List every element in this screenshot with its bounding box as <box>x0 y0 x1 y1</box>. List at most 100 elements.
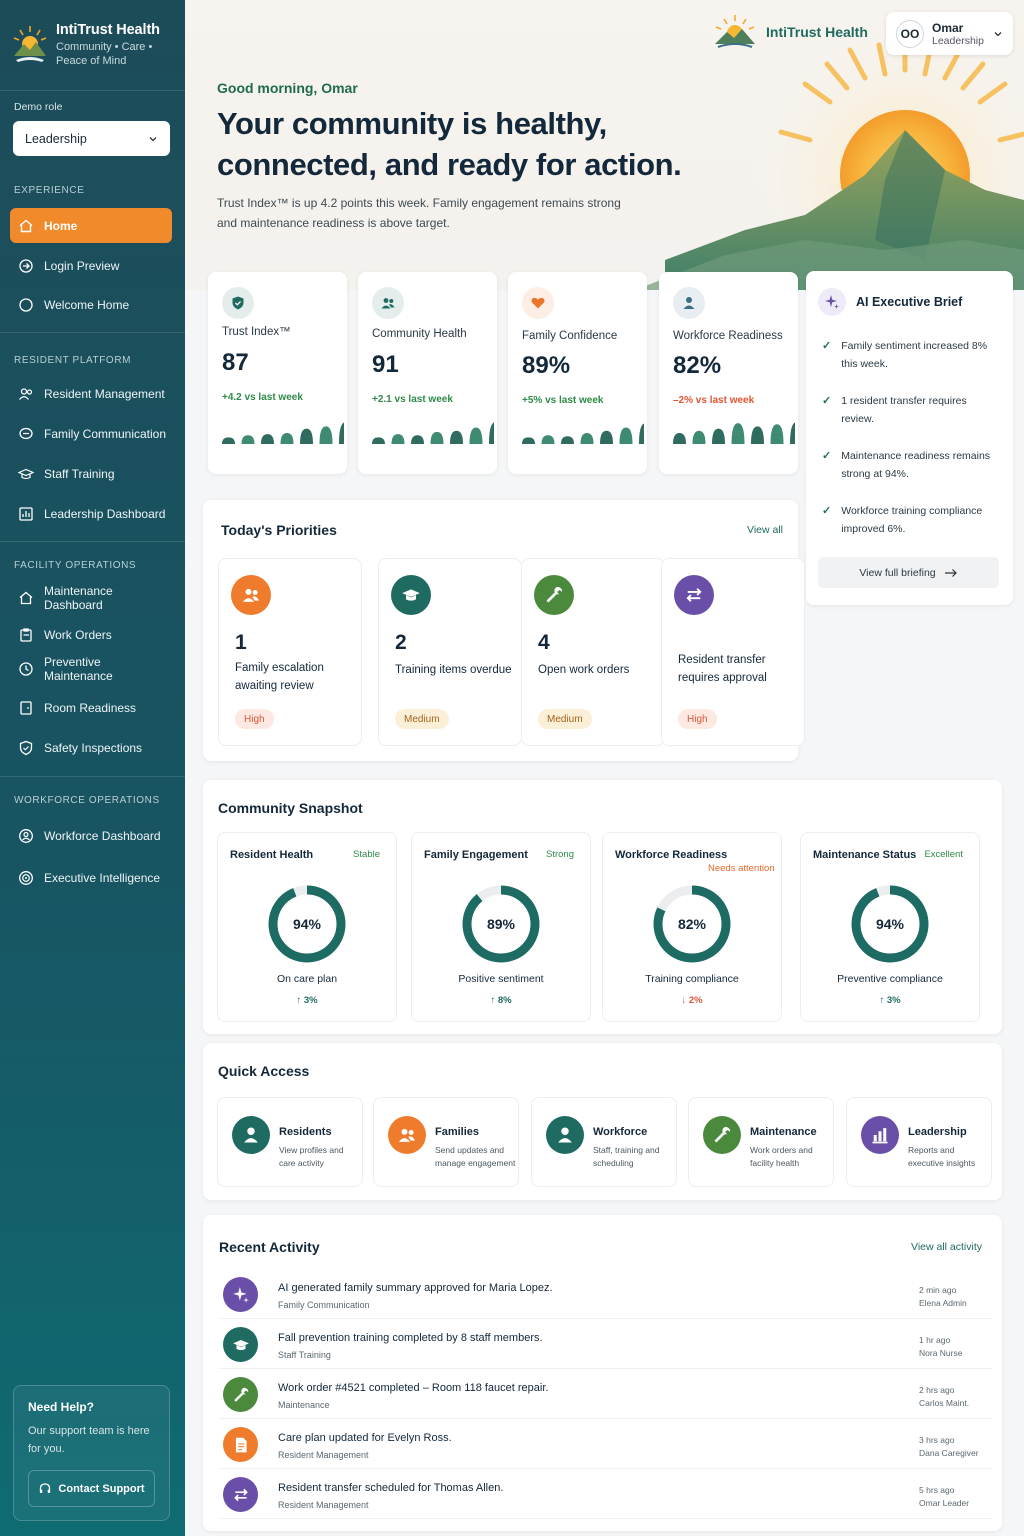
dashboard-icon <box>19 506 33 521</box>
nav-item-label: Maintenance Dashboard <box>44 583 113 612</box>
transfer-icon <box>686 588 702 602</box>
quick-access-leadership[interactable]: Leadership Reports and executive insight… <box>846 1097 992 1187</box>
priority-card[interactable]: 1 Family escalation awaiting review High <box>218 558 362 746</box>
top-brand[interactable]: IntiTrust Health <box>712 14 868 50</box>
nav-item-preventive-maintenance[interactable]: Preventive Maintenance <box>10 651 172 686</box>
snapshot-card[interactable]: Maintenance Status Excellent 94% Prevent… <box>800 832 980 1022</box>
activity-row[interactable]: AI generated family summary approved for… <box>219 1272 992 1319</box>
kpi-trend-chart <box>673 422 795 444</box>
quick-access-icon-wrap <box>232 1116 270 1154</box>
nav-item-welcome-home[interactable]: Welcome Home <box>10 287 172 322</box>
brief-item: ✓ Workforce training compliance improved … <box>822 502 997 538</box>
view-all-activity-link[interactable]: View all activity <box>911 1241 982 1253</box>
wrench-icon <box>233 1387 248 1402</box>
snapshot-delta: ↑ 3% <box>296 995 318 1006</box>
trend-bar <box>241 435 255 444</box>
kpi-card[interactable]: Workforce Readiness 82% –2% vs last week <box>659 272 798 474</box>
wrench-icon <box>546 586 563 603</box>
nav-item-safety-inspections[interactable]: Safety Inspections <box>10 730 172 765</box>
wrench-icon <box>714 1126 731 1143</box>
divider <box>0 541 185 542</box>
nav-item-room-readiness[interactable]: Room Readiness <box>10 690 172 725</box>
nav-item-workforce-dashboard[interactable]: Workforce Dashboard <box>10 818 172 853</box>
quick-access-workforce[interactable]: Workforce Staff, training and scheduling <box>531 1097 677 1187</box>
nav-item-executive-intelligence[interactable]: Executive Intelligence <box>10 860 172 895</box>
door-icon <box>20 700 32 715</box>
nav-item-label: Room Readiness <box>44 700 137 715</box>
donut-value: 89% <box>487 916 516 932</box>
quick-access-title: Workforce <box>593 1126 648 1138</box>
trend-bar <box>391 434 405 444</box>
nav-item-login-preview[interactable]: Login Preview <box>10 248 172 283</box>
quick-access-families[interactable]: Families Send updates and manage engagem… <box>373 1097 519 1187</box>
divider <box>0 776 185 777</box>
activity-title: AI generated family summary approved for… <box>278 1282 553 1294</box>
sidebar-brand[interactable]: IntiTrust Health Community • Care • Peac… <box>12 22 166 68</box>
nav-item-home[interactable]: Home <box>10 208 172 243</box>
user-menu[interactable]: OO Omar Leadership <box>886 12 1013 55</box>
help-card: Need Help? Our support team is here for … <box>13 1385 170 1521</box>
priority-card[interactable]: 4 Open work orders Medium <box>521 558 665 746</box>
snapshot-label: On care plan <box>276 973 338 985</box>
snapshot-card[interactable]: Workforce Readiness Needs attention 82% … <box>602 832 782 1022</box>
activity-category: Resident Management <box>278 1500 369 1510</box>
kpi-card[interactable]: Family Confidence 89% +5% vs last week <box>508 272 647 474</box>
activity-time: 2 hrs ago <box>919 1385 955 1395</box>
view-all-link[interactable]: View all <box>747 524 783 536</box>
kpi-card[interactable]: Trust Index™ 87 +4.2 vs last week <box>208 272 347 474</box>
snapshot-donut: 82% <box>653 885 731 963</box>
demo-role-select[interactable]: Leadership <box>13 121 170 156</box>
nav-item-resident-management[interactable]: Resident Management <box>10 376 172 411</box>
brief-button-label: View full briefing <box>859 566 936 579</box>
activity-row[interactable]: Work order #4521 completed – Room 118 fa… <box>219 1372 992 1419</box>
chat-icon <box>19 427 33 439</box>
quick-access-maintenance[interactable]: Maintenance Work orders and facility hea… <box>688 1097 834 1187</box>
priority-card[interactable]: Resident transfer requires approval High <box>661 558 805 746</box>
brand-logo-icon <box>12 22 48 66</box>
priority-card[interactable]: 2 Training items overdue Medium <box>378 558 522 746</box>
nav-item-leadership-dashboard[interactable]: Leadership Dashboard <box>10 496 172 531</box>
contact-support-button[interactable]: Contact Support <box>28 1470 155 1507</box>
clock-icon <box>19 661 33 676</box>
kpi-icon-wrap <box>222 287 254 319</box>
activity-title: Resident transfer scheduled for Thomas A… <box>278 1482 504 1494</box>
trend-bar <box>450 430 463 444</box>
demo-role-label: Demo role <box>14 101 63 113</box>
quick-access-title: Maintenance <box>750 1126 817 1138</box>
activity-icon-wrap <box>223 1277 258 1312</box>
nav-item-work-orders[interactable]: Work Orders <box>10 617 172 652</box>
view-full-briefing-button[interactable]: View full briefing <box>818 557 999 588</box>
trend-bar <box>522 437 535 444</box>
kpi-trend-chart <box>522 423 644 444</box>
clipboard-icon <box>20 627 32 642</box>
kpi-card[interactable]: Community Health 91 +2.1 vs last week <box>358 272 497 474</box>
snapshot-card[interactable]: Resident Health Stable 94% On care plan … <box>217 832 397 1022</box>
divider <box>0 332 185 333</box>
activity-time: 5 hrs ago <box>919 1485 955 1495</box>
snapshot-card[interactable]: Family Engagement Strong 89% Positive se… <box>411 832 591 1022</box>
trend-bar <box>280 433 294 444</box>
nav-item-maintenance-dashboard[interactable]: Maintenance Dashboard <box>10 580 172 615</box>
transfer-icon <box>233 1488 248 1501</box>
kpi-value: 91 <box>372 351 399 378</box>
sparkle-icon <box>818 288 846 316</box>
document-icon <box>235 1437 247 1452</box>
nav-item-label: Login Preview <box>44 258 120 273</box>
snapshot-title: Workforce Readiness <box>615 849 728 861</box>
priority-icon-wrap <box>391 575 431 615</box>
quick-access-desc: Work orders and facility health <box>750 1145 813 1168</box>
activity-title: Care plan updated for Evelyn Ross. <box>278 1432 452 1444</box>
quick-access-icon-wrap <box>388 1116 426 1154</box>
quick-access-title: Residents <box>279 1126 332 1138</box>
nav-item-staff-training[interactable]: Staff Training <box>10 456 172 491</box>
snapshot-label: Positive sentiment <box>458 973 544 985</box>
snapshot-title: Family Engagement <box>424 849 528 861</box>
nav-item-label: Safety Inspections <box>44 740 143 755</box>
activity-row[interactable]: Resident transfer scheduled for Thomas A… <box>219 1472 992 1519</box>
activity-row[interactable]: Care plan updated for Evelyn Ross. Resid… <box>219 1422 992 1469</box>
activity-row[interactable]: Fall prevention training completed by 8 … <box>219 1322 992 1369</box>
quick-access-residents[interactable]: Residents View profiles and care activit… <box>217 1097 363 1187</box>
quick-access-title: Families <box>435 1126 480 1138</box>
priority-badge: High <box>678 709 717 729</box>
nav-item-family-communication[interactable]: Family Communication <box>10 416 172 451</box>
